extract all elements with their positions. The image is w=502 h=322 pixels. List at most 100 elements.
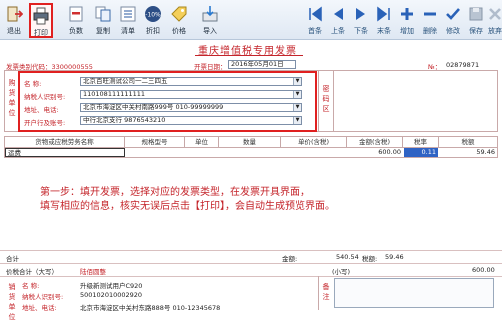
negative-invoice-icon [67, 5, 85, 23]
buyer-bank-field[interactable]: 中行北京支行 9876543210 ▼ [80, 116, 302, 125]
close-icon [486, 5, 502, 23]
buyer-taxid: 110108111111111 [83, 90, 146, 98]
col-amount: 金额(含税) [347, 137, 403, 147]
modify-button[interactable]: 修改 [443, 3, 463, 38]
last-page-icon [375, 5, 393, 23]
last-button-label: 末条 [377, 27, 391, 35]
last-button[interactable]: 末条 [374, 3, 394, 38]
discount-button[interactable]: -10% 折扣 [141, 3, 165, 38]
seller-side-label: 销货单位 [8, 283, 16, 321]
grand-total-num: 600.00 [472, 266, 495, 274]
svg-text:-10%: -10% [145, 12, 161, 19]
tax-label: 税额: [362, 255, 378, 263]
import-icon [201, 5, 219, 23]
col-qty: 数量 [219, 137, 281, 147]
copy-button-label: 复制 [96, 27, 110, 35]
buyer-addr-field[interactable]: 北京市海淀区中关村南路999号 010-99999999 ▼ [80, 103, 302, 112]
copy-button[interactable]: 复制 [91, 3, 115, 38]
cancel-button[interactable]: 放弃 [485, 3, 502, 38]
date-field[interactable]: 2016年05月01日 [228, 60, 296, 69]
goods-table: 货物或应税劳务名称 规格型号 单位 数量 单价(含税) 金额(含税) 税率 税额… [4, 136, 498, 158]
prev-button-label: 上条 [331, 27, 345, 35]
chevron-down-icon[interactable]: ▼ [293, 91, 301, 98]
cipher-divider [318, 71, 319, 131]
toolbar: 退出 打印 负数 复制 清单 -10% 折扣 价格 导入 首条 上条 下条 末条 增加 删除 修改 保存 放弃 [0, 0, 502, 40]
remark-label: 备注 [322, 283, 330, 301]
first-button-label: 首条 [308, 27, 322, 35]
discount-icon: -10% [144, 5, 162, 23]
discount-button-label: 折扣 [146, 27, 160, 35]
col-unit: 单位 [185, 137, 219, 147]
seller-addr: 北京市海淀区中关村东路888号 010-12345678 [80, 304, 221, 312]
first-button[interactable]: 首条 [305, 3, 325, 38]
totals-divider-2 [0, 263, 502, 264]
instruction-line-2: 填写相应的信息，核实无误后点击【打印】，会自动生成预览界面。 [40, 201, 335, 212]
cipher-area-label: 密码区 [322, 85, 330, 113]
cipher-divider-2 [333, 71, 334, 131]
invoice-number: 02879871 [446, 61, 480, 69]
buyer-side-label: 购货单位 [8, 79, 16, 117]
print-button-label: 打印 [34, 29, 48, 37]
save-button[interactable]: 保存 [466, 3, 486, 38]
chevron-down-icon[interactable]: ▼ [293, 117, 301, 124]
sum-label: 金额: [282, 255, 298, 263]
list-button-label: 清单 [121, 27, 135, 35]
list-button[interactable]: 清单 [116, 3, 140, 38]
previous-icon [329, 5, 347, 23]
buyer-taxid-field[interactable]: 110108111111111 ▼ [80, 90, 302, 99]
seller-name: 升级新测试用户C920 [80, 282, 143, 290]
save-button-label: 保存 [469, 27, 483, 35]
exit-button[interactable]: 退出 [2, 3, 26, 38]
exit-button-label: 退出 [7, 27, 21, 35]
col-tax: 税额 [461, 138, 475, 146]
total-label: 合计 [6, 255, 19, 263]
import-button[interactable]: 导入 [198, 3, 222, 38]
check-icon [444, 5, 462, 23]
col-goods: 货物或应税劳务名称 [5, 137, 125, 147]
price-icon [170, 5, 188, 23]
goods-name[interactable]: 运费 [5, 148, 125, 157]
col-spec: 规格型号 [125, 137, 185, 147]
add-button[interactable]: 增加 [397, 3, 417, 38]
first-page-icon [306, 5, 324, 23]
list-icon [119, 5, 137, 23]
col-price: 单价(含税) [281, 137, 347, 147]
negative-invoice-button[interactable]: 负数 [64, 3, 88, 38]
exit-icon [5, 5, 24, 23]
prev-button[interactable]: 上条 [328, 3, 348, 38]
buyer-addr: 北京市海淀区中关村南路999号 010-99999999 [83, 103, 224, 111]
seller-taxid: 500102010002920 [80, 291, 143, 299]
chevron-down-icon[interactable]: ▼ [293, 104, 301, 111]
chevron-down-icon[interactable]: ▼ [293, 78, 301, 85]
buyer-bank-label: 开户行及账号: [24, 119, 66, 127]
grand-total-cn: 陆佰圆整 [80, 268, 106, 276]
instructions: 第一步：填开发票，选择对应的发票类型，在发票开具界面， 填写相应的信息，核实无误… [40, 186, 480, 214]
seller-addr-label: 地址、电话: [22, 304, 57, 312]
buyer-name-label: 名 称: [24, 80, 42, 88]
price-button[interactable]: 价格 [167, 3, 191, 38]
negative-invoice-button-label: 负数 [69, 27, 83, 35]
import-button-label: 导入 [203, 27, 217, 35]
print-button[interactable]: 打印 [29, 3, 53, 38]
instruction-line-1: 第一步：填开发票，选择对应的发票类型，在发票开具界面， [40, 187, 310, 198]
cancel-button-label: 放弃 [488, 27, 502, 35]
table-row[interactable]: 运费 600.00 0.11 59.46 [5, 148, 497, 157]
save-icon [467, 5, 485, 23]
invoice-sheet: 重庆增值税专用发票 发票类别代码：3300000555 开票日期： 2016年0… [0, 40, 502, 321]
buyer-bank: 中行北京支行 9876543210 [83, 116, 166, 124]
grand-total-label: 价税合计（大写） [6, 268, 58, 276]
sum-amount: 540.54 [336, 253, 359, 261]
totals-divider [0, 250, 502, 251]
remark-field[interactable] [334, 278, 494, 308]
col-rate: 税率 [403, 137, 439, 147]
row-amount: 600.00 [378, 148, 401, 156]
delete-button[interactable]: 删除 [420, 3, 440, 38]
next-button-label: 下条 [354, 27, 368, 35]
seller-name-label: 名 称: [22, 282, 40, 290]
plus-icon [398, 5, 416, 23]
row-tax-rate[interactable]: 0.11 [404, 148, 438, 157]
next-button[interactable]: 下条 [351, 3, 371, 38]
buyer-addr-label: 地址、电话: [24, 106, 59, 114]
seller-taxid-label: 纳税人识别号: [22, 293, 64, 301]
buyer-name-field[interactable]: 北京百旺测试公司一二三四五 ▼ [80, 77, 302, 86]
